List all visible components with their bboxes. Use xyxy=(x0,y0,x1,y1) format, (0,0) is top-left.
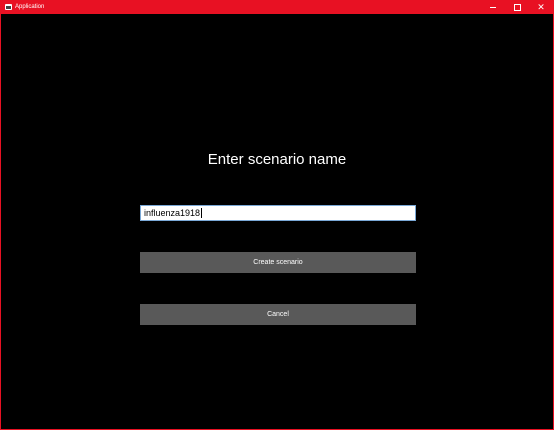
scenario-name-input[interactable]: influenza1918 xyxy=(140,205,416,221)
text-caret xyxy=(201,208,203,218)
create-scenario-button[interactable]: Create scenario xyxy=(140,252,416,273)
cancel-button[interactable]: Cancel xyxy=(140,304,416,325)
close-icon[interactable]: ✕ xyxy=(529,0,553,14)
app-window: Application ✕ Enter scenario name influe… xyxy=(0,0,554,430)
dialog-heading: Enter scenario name xyxy=(207,151,347,168)
maximize-icon[interactable] xyxy=(505,0,529,14)
scenario-name-value: influenza1918 xyxy=(144,208,201,218)
title-bar[interactable]: Application ✕ xyxy=(1,0,553,14)
window-controls: ✕ xyxy=(481,0,553,14)
minimize-icon[interactable] xyxy=(481,0,505,14)
app-icon xyxy=(5,4,12,10)
window-title: Application xyxy=(15,4,45,10)
